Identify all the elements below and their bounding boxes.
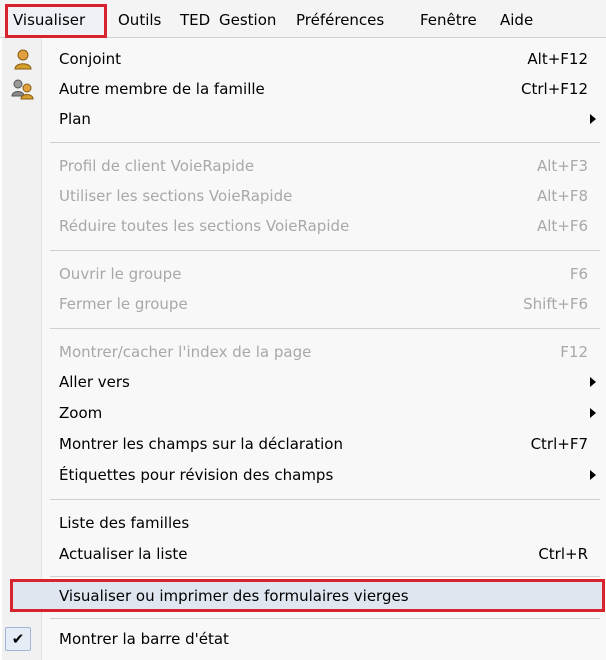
menu-item-shortcut: Alt+F8 [536,187,588,205]
submenu-arrow-icon [590,114,596,124]
menubar-item-ted[interactable]: TED [180,8,210,32]
menu-separator [50,250,600,251]
menu-item-shortcut: Alt+F12 [527,50,588,68]
menu-item-ouvrir-groupe: Ouvrir le groupe F6 [0,259,606,289]
menu-bar: Visualiser Outils TED Gestion Préférence… [0,0,606,38]
menu-item-shortcut: F12 [560,343,588,361]
menu-separator [50,499,600,500]
menu-item-profil-voierapide: Profil de client VoieRapide Alt+F3 [0,151,606,181]
submenu-arrow-icon [590,470,596,480]
menubar-item-aide[interactable]: Aide [500,8,533,32]
menu-item-utiliser-sections: Utiliser les sections VoieRapide Alt+F8 [0,181,606,211]
menubar-item-outils[interactable]: Outils [118,8,161,32]
menu-item-conjoint[interactable]: Conjoint Alt+F12 [0,44,606,74]
submenu-arrow-icon [590,377,596,387]
menu-item-plan[interactable]: Plan [0,104,606,134]
menubar-item-visualiser[interactable]: Visualiser [13,8,85,32]
menu-item-label: Montrer la barre d'état [59,630,229,648]
menu-item-label: Utiliser les sections VoieRapide [59,187,293,205]
menu-item-reduire-sections: Réduire toutes les sections VoieRapide A… [0,211,606,241]
menubar-item-gestion[interactable]: Gestion [219,8,276,32]
menu-item-label: Actualiser la liste [59,545,188,563]
menu-item-montrer-champs[interactable]: Montrer les champs sur la déclaration Ct… [0,429,606,459]
menu-item-shortcut: Alt+F3 [536,157,588,175]
submenu-arrow-icon [590,408,596,418]
menu-item-label: Ouvrir le groupe [59,265,182,283]
menu-item-index-page: Montrer/cacher l'index de la page F12 [0,337,606,367]
menu-separator [50,618,600,619]
menu-item-liste-familles[interactable]: Liste des familles [0,508,606,538]
spouse-icon [14,49,32,70]
menu-item-barre-etat[interactable]: Montrer la barre d'état [0,624,606,654]
menu-item-shortcut: F6 [569,265,588,283]
menu-item-label: Liste des familles [59,514,190,532]
menu-item-formulaires-vierges[interactable]: Visualiser ou imprimer des formulaires v… [0,581,606,611]
menu-item-label: Réduire toutes les sections VoieRapide [59,217,350,235]
menu-item-fermer-groupe: Fermer le groupe Shift+F6 [0,289,606,319]
menu-item-label: Conjoint [59,50,122,68]
menu-item-actualiser-liste[interactable]: Actualiser la liste Ctrl+R [0,539,606,569]
menu-item-label: Étiquettes pour révision des champs [59,466,334,484]
menu-separator [50,142,600,143]
menu-item-label: Aller vers [59,373,130,391]
menu-item-shortcut: Ctrl+F12 [521,80,588,98]
menubar-item-preferences[interactable]: Préférences [296,8,384,32]
menu-item-autre-membre[interactable]: Autre membre de la famille Ctrl+F12 [0,74,606,104]
menu-item-label: Visualiser ou imprimer des formulaires v… [59,587,409,605]
menu-separator [50,328,600,329]
menu-separator [50,576,600,577]
menu-item-zoom[interactable]: Zoom [0,398,606,428]
menu-item-label: Autre membre de la famille [59,80,265,98]
menu-item-label: Fermer le groupe [59,295,188,313]
menu-item-shortcut: Shift+F6 [523,295,588,313]
menu-item-label: Profil de client VoieRapide [59,157,255,175]
menu-item-etiquettes[interactable]: Étiquettes pour révision des champs [0,460,606,490]
family-members-icon [11,79,34,100]
menubar-item-fenetre[interactable]: Fenêtre [420,8,477,32]
menu-item-label: Montrer/cacher l'index de la page [59,343,312,361]
menu-item-aller-vers[interactable]: Aller vers [0,367,606,397]
menu-item-label: Plan [59,110,91,128]
menu-item-label: Zoom [59,404,103,422]
menu-item-shortcut: Ctrl+F7 [530,435,588,453]
menu-item-shortcut: Alt+F6 [536,217,588,235]
menu-item-label: Montrer les champs sur la déclaration [59,435,343,453]
menu-item-shortcut: Ctrl+R [538,545,588,563]
